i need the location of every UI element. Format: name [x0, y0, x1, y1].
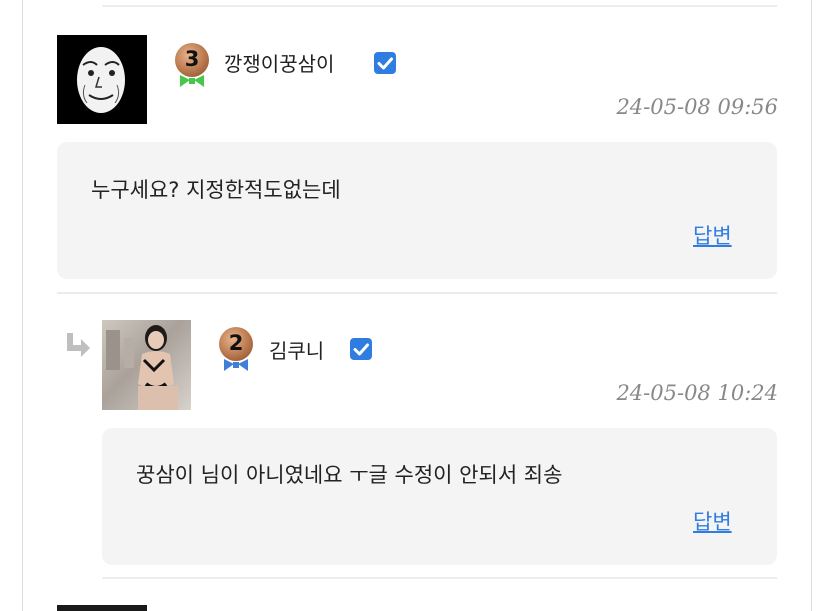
timestamp: 24-05-08 10:24 [616, 381, 778, 405]
reply-button[interactable]: 답변 [693, 506, 732, 536]
page-frame-right-border [811, 0, 812, 611]
verified-check-icon [374, 52, 396, 74]
bow-icon [224, 359, 248, 371]
comment-divider [102, 577, 777, 579]
reply-button[interactable]: 답변 [693, 220, 732, 250]
level-badge: 3 [173, 43, 211, 89]
next-comment-avatar[interactable] [57, 605, 147, 611]
verified-check-icon [350, 338, 372, 360]
timestamp: 24-05-08 09:56 [616, 95, 778, 119]
comment-divider [57, 292, 777, 294]
nickname[interactable]: 김쿠니 [269, 335, 324, 364]
bow-icon [180, 75, 204, 87]
reply-arrow-icon [67, 333, 90, 357]
comment-bubble [102, 428, 777, 565]
level-badge: 2 [217, 327, 255, 373]
comment-bubble [57, 142, 777, 279]
meme-face-avatar[interactable] [57, 35, 147, 124]
comment-text: 꿍삼이 님이 아니였네요 ㅜ글 수정이 안되서 죄송 [136, 463, 563, 487]
comment-divider [102, 5, 777, 7]
nickname[interactable]: 깡쟁이꿍삼이 [224, 48, 334, 77]
photo-avatar[interactable] [102, 320, 191, 410]
comment-text: 누구세요? 지정한적도없는데 [91, 178, 341, 202]
page-frame-left-border [22, 0, 23, 611]
